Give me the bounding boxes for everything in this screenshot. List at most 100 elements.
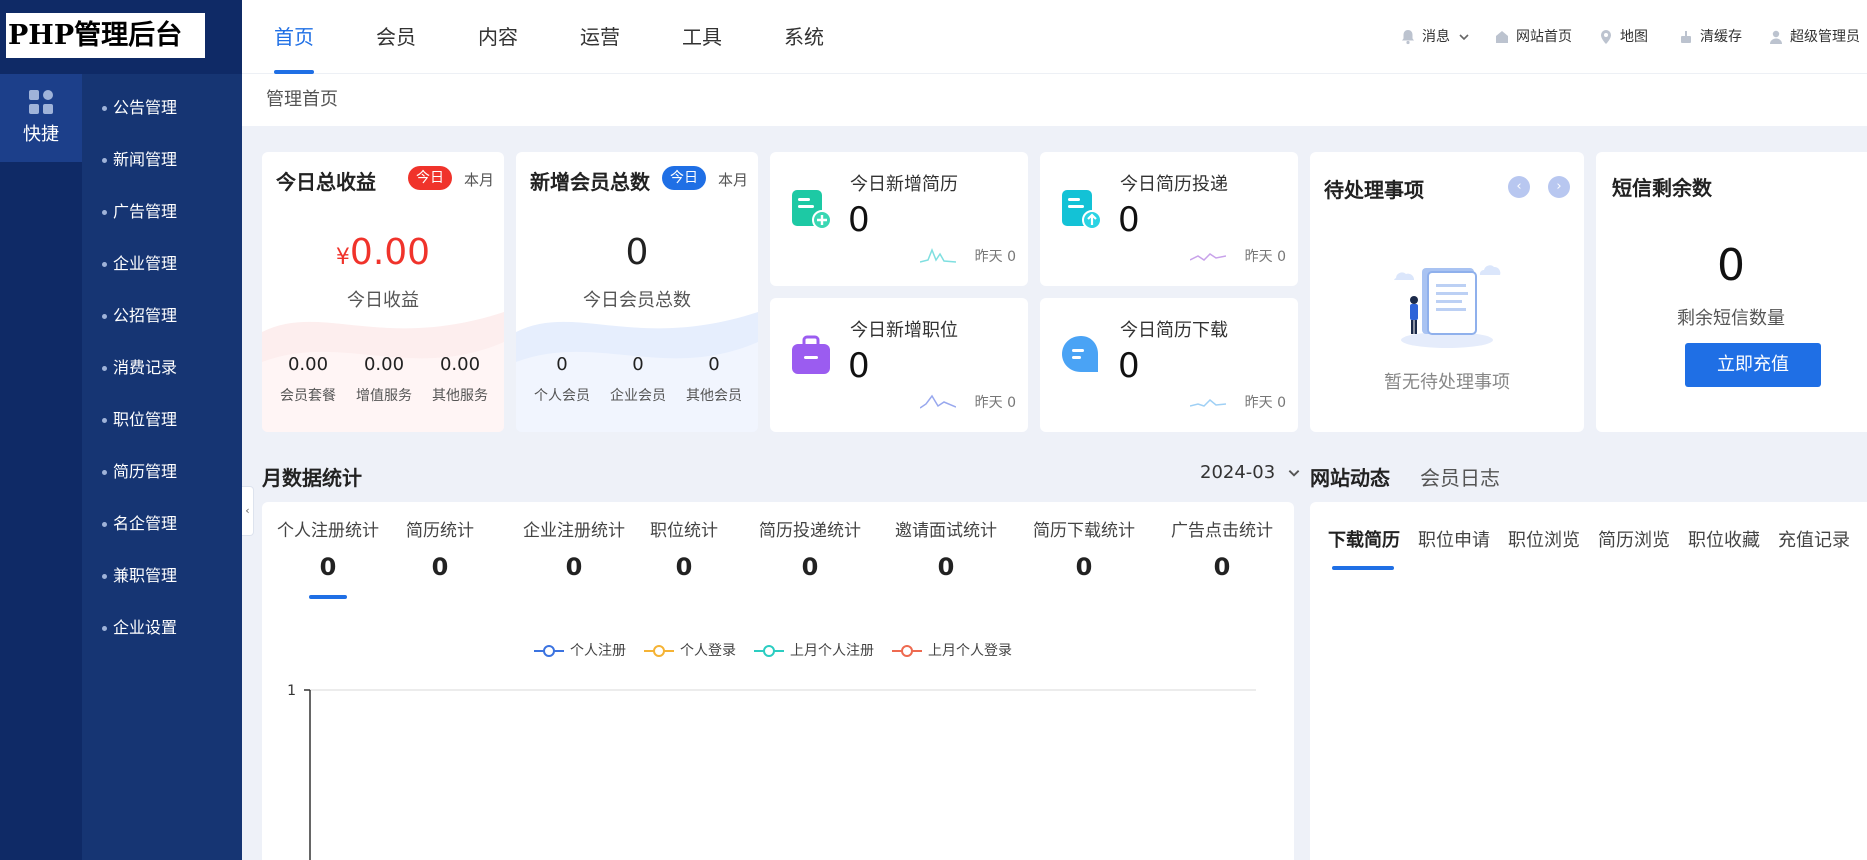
tab-content[interactable]: 内容 xyxy=(478,0,518,74)
legend-item-last-month-login[interactable]: 上月个人登录 xyxy=(892,640,1012,660)
legend-label: 上月个人注册 xyxy=(790,643,874,659)
active-subtab-indicator xyxy=(1332,566,1394,570)
stat-tab-interview-invites[interactable]: 邀请面试统计 0 xyxy=(886,516,1006,581)
legend-item-personal-login[interactable]: 个人登录 xyxy=(644,640,736,660)
month-picker-value: 2024-03 xyxy=(1200,462,1276,483)
subtab-recharge-records[interactable]: 充值记录 xyxy=(1778,526,1850,552)
empty-state-illustration xyxy=(1394,265,1501,348)
mini-card-new-jobs[interactable]: 今日新增职位 0 昨天 0 xyxy=(770,298,1028,432)
stat-label: 企业会员 xyxy=(610,388,666,404)
sidebar-item-public-recruit[interactable]: 公招管理 xyxy=(82,296,242,336)
stat-label: 个人会员 xyxy=(534,388,590,404)
stat-label: 会员套餐 xyxy=(280,388,336,404)
carousel-next-button[interactable]: › xyxy=(1548,176,1570,198)
carousel-prev-button[interactable]: ‹ xyxy=(1508,176,1530,198)
sidebar-item-jobs[interactable]: 职位管理 xyxy=(82,400,242,440)
sms-card-title: 短信剩余数 xyxy=(1612,176,1712,200)
bullet-icon xyxy=(102,262,107,267)
today-toggle[interactable]: 今日 xyxy=(408,166,452,190)
tab-home[interactable]: 首页 xyxy=(274,0,314,74)
tab-operations[interactable]: 运营 xyxy=(580,0,620,74)
sidebar-item-company-settings[interactable]: 企业设置 xyxy=(82,608,242,648)
mini-card-new-resumes[interactable]: 今日新增简历 0 昨天 0 xyxy=(770,152,1028,286)
stat-tab-label: 企业注册统计 xyxy=(523,521,625,541)
stat-tab-value: 0 xyxy=(1213,553,1231,581)
map-link[interactable]: 地图 xyxy=(1598,0,1648,74)
site-home-label: 网站首页 xyxy=(1516,29,1572,45)
month-toggle[interactable]: 本月 xyxy=(464,169,494,190)
legend-item-last-month-register[interactable]: 上月个人注册 xyxy=(754,640,874,660)
stat-tab-value: 0 xyxy=(565,553,583,581)
mini-card-label: 今日简历投递 xyxy=(1120,174,1228,195)
sidebar-item-ads[interactable]: 广告管理 xyxy=(82,192,242,232)
bullet-icon xyxy=(102,522,107,527)
clear-cache-button[interactable]: 清缓存 xyxy=(1678,0,1742,74)
feed-tab-member-log[interactable]: 会员日志 xyxy=(1420,462,1500,491)
stat-value: 0.00 xyxy=(439,354,481,375)
grid-icon xyxy=(29,90,53,114)
mini-card-label: 今日简历下载 xyxy=(1120,320,1228,341)
tab-tools[interactable]: 工具 xyxy=(682,0,722,74)
logo-area: PHP管理后台 xyxy=(0,0,242,74)
chat-bubble-icon xyxy=(1062,336,1098,372)
home-icon xyxy=(1496,31,1508,43)
today-toggle[interactable]: 今日 xyxy=(662,166,706,190)
messages-button[interactable]: 消息 xyxy=(1400,0,1470,74)
subtab-job-views[interactable]: 职位浏览 xyxy=(1508,526,1580,552)
stat-tab-jobs[interactable]: 职位统计 0 xyxy=(644,516,724,581)
rail-item-label: 快捷 xyxy=(23,124,59,145)
stat-tab-personal-registrations[interactable]: 个人注册统计 0 xyxy=(270,516,386,599)
sidebar-item-companies[interactable]: 企业管理 xyxy=(82,244,242,284)
tab-system[interactable]: 系统 xyxy=(784,0,824,74)
stat-tab-company-registrations[interactable]: 企业注册统计 0 xyxy=(514,516,634,581)
bullet-icon xyxy=(102,626,107,631)
bell-icon xyxy=(1402,30,1414,45)
month-toggle[interactable]: 本月 xyxy=(718,169,748,190)
stat-tab-resume-downloads[interactable]: 简历下载统计 0 xyxy=(1024,516,1144,581)
legend-label: 个人登录 xyxy=(680,643,736,659)
collapse-sidebar-button[interactable]: ‹ xyxy=(242,486,254,536)
tab-members[interactable]: 会员 xyxy=(376,0,416,74)
stat-tab-resumes[interactable]: 简历统计 0 xyxy=(400,516,480,581)
sidebar-item-label: 名企管理 xyxy=(113,514,178,533)
stat-label: 其他会员 xyxy=(686,388,742,404)
sidebar-item-resumes[interactable]: 简历管理 xyxy=(82,452,242,492)
subtab-resume-downloads[interactable]: 下载简历 xyxy=(1328,526,1400,552)
stat-tab-value: 0 xyxy=(937,553,955,581)
monthly-line-chart: 1 xyxy=(287,683,1256,860)
feed-tab-site-activity[interactable]: 网站动态 xyxy=(1310,462,1390,491)
income-amount: ¥0.00 xyxy=(262,232,504,273)
subtab-resume-views[interactable]: 简历浏览 xyxy=(1598,526,1670,552)
rail-item-shortcuts[interactable]: 快捷 xyxy=(0,74,82,162)
mini-card-resume-downloads[interactable]: 今日简历下载 0 昨天 0 xyxy=(1040,298,1298,432)
mini-card-resume-deliveries[interactable]: 今日简历投递 0 昨天 0 xyxy=(1040,152,1298,286)
recharge-button[interactable]: 立即充值 xyxy=(1685,343,1821,387)
sidebar-item-announcements[interactable]: 公告管理 xyxy=(82,88,242,128)
sidebar-item-part-time[interactable]: 兼职管理 xyxy=(82,556,242,596)
chevron-right-icon: › xyxy=(1556,179,1562,194)
sparkline-icon xyxy=(920,394,956,409)
subtab-job-favorites[interactable]: 职位收藏 xyxy=(1688,526,1760,552)
sidebar-item-news[interactable]: 新闻管理 xyxy=(82,140,242,180)
sidebar-item-payments[interactable]: 消费记录 xyxy=(82,348,242,388)
admin-user-menu[interactable]: 超级管理员 xyxy=(1768,0,1860,74)
site-home-link[interactable]: 网站首页 xyxy=(1494,0,1572,74)
stat-tab-ad-clicks[interactable]: 广告点击统计 0 xyxy=(1162,516,1282,581)
legend-item-personal-register[interactable]: 个人注册 xyxy=(534,640,626,660)
mini-card-yesterday: 昨天 0 xyxy=(974,249,1016,265)
stat-value: 0.00 xyxy=(287,354,329,375)
todo-card-title: 待处理事项 xyxy=(1324,178,1424,202)
stat-company-members: 0 企业会员 xyxy=(600,354,676,405)
stat-tab-value: 0 xyxy=(319,553,337,581)
breadcrumb-bar: 管理首页 xyxy=(242,74,1867,126)
currency-symbol: ¥ xyxy=(335,245,350,270)
chevron-down-icon xyxy=(1288,470,1300,477)
stat-value-added: 0.00 增值服务 xyxy=(346,354,422,405)
mini-card-label: 今日新增简历 xyxy=(850,174,958,195)
sidebar-item-famous-companies[interactable]: 名企管理 xyxy=(82,504,242,544)
chevron-left-icon: ‹ xyxy=(245,504,250,517)
month-picker[interactable]: 2024-03 xyxy=(1200,462,1301,483)
subtab-job-applications[interactable]: 职位申请 xyxy=(1418,526,1490,552)
stat-tab-resume-deliveries[interactable]: 简历投递统计 0 xyxy=(750,516,870,581)
stat-value: 0 xyxy=(556,354,568,375)
